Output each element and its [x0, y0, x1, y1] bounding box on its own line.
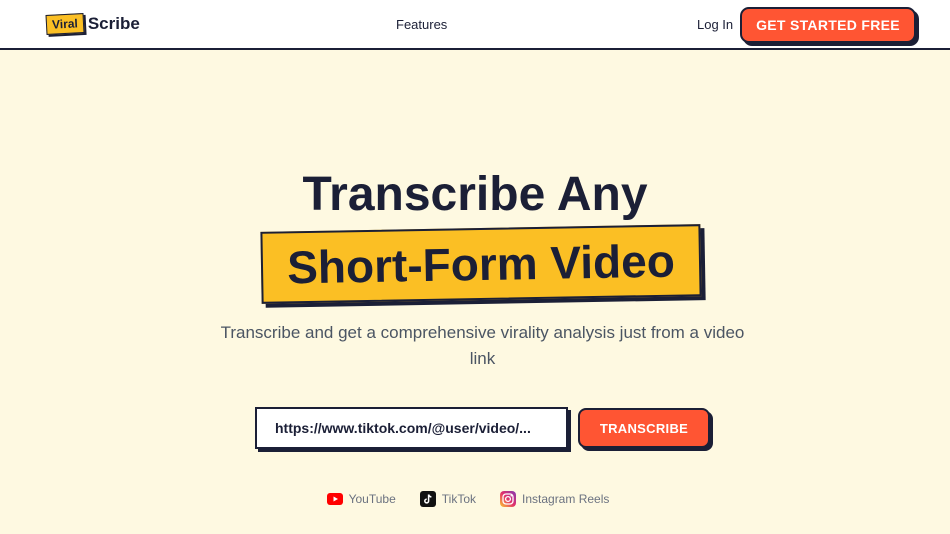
platform-instagram: Instagram Reels: [500, 491, 609, 507]
logo[interactable]: Viral Scribe: [45, 13, 140, 35]
logo-badge: Viral: [45, 13, 85, 35]
hero-title: Transcribe Any: [302, 168, 648, 221]
instagram-icon: [500, 491, 516, 507]
platform-label: TikTok: [441, 492, 476, 506]
youtube-icon: [326, 493, 343, 505]
login-link[interactable]: Log In: [697, 17, 733, 32]
platform-tiktok: TikTok: [419, 491, 476, 507]
platform-label: YouTube: [348, 492, 396, 506]
video-url-input[interactable]: [255, 407, 568, 449]
hero-title-highlight: Short-Form Video: [286, 234, 676, 294]
hero-highlight-box: Short-Form Video: [260, 224, 702, 304]
transcribe-button[interactable]: TRANSCRIBE: [578, 408, 710, 448]
site-header: Viral Scribe Features Log In GET STARTED…: [0, 0, 950, 50]
tiktok-icon: [419, 491, 436, 507]
hero-subtitle: Transcribe and get a comprehensive viral…: [220, 323, 745, 368]
logo-text: Scribe: [87, 14, 140, 33]
supported-platforms: YouTube TikTok Instagram Reels: [0, 491, 950, 507]
nav-link-features[interactable]: Features: [396, 17, 447, 32]
platform-youtube: YouTube: [326, 491, 396, 507]
get-started-button[interactable]: GET STARTED FREE: [740, 7, 916, 43]
platform-label: Instagram Reels: [522, 492, 610, 506]
